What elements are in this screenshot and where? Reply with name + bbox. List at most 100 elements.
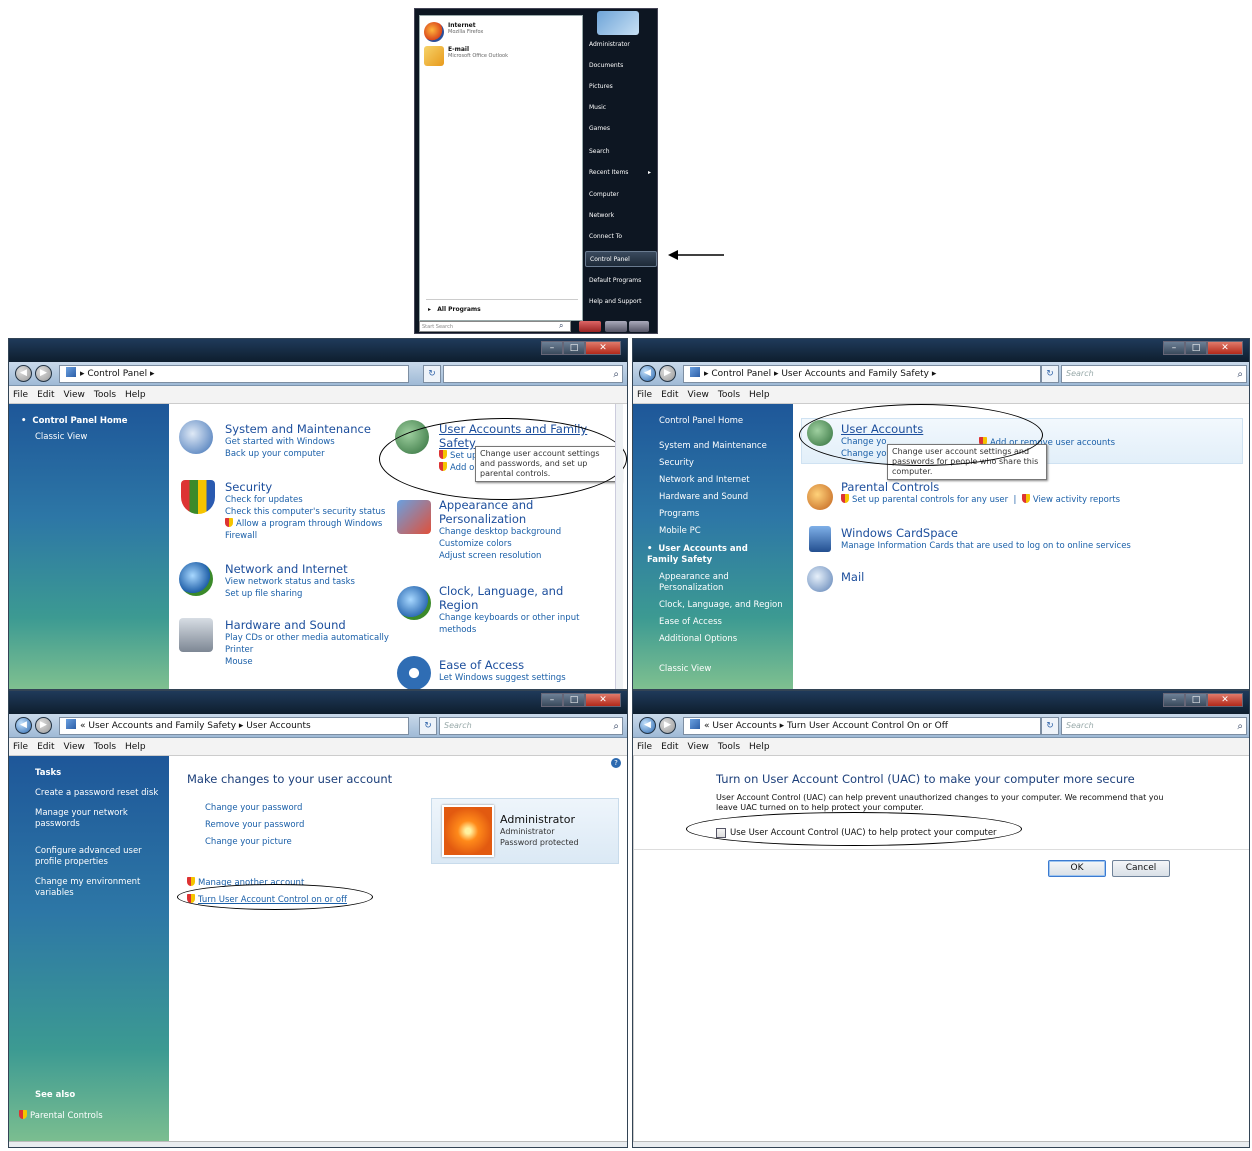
item-link[interactable]: Manage Information Cards that are used t… [841, 540, 1131, 552]
minimize-button[interactable]: – [541, 341, 563, 355]
maximize-button[interactable]: □ [1185, 693, 1207, 707]
category-link[interactable]: Printer [225, 644, 389, 656]
forward-button[interactable]: ▶ [35, 717, 52, 734]
all-programs-button[interactable]: ▸ All Programs [428, 306, 481, 313]
menu-edit[interactable]: Edit [37, 742, 54, 752]
start-item-recent-items[interactable]: Recent Items ▸ [585, 165, 657, 181]
category-link[interactable]: Check for updates [225, 494, 385, 506]
help-icon[interactable]: ? [611, 758, 621, 768]
menu-help[interactable]: Help [749, 390, 770, 400]
sidebar-item-control-panel-home[interactable]: • Control Panel Home [21, 416, 127, 427]
menu-view[interactable]: View [64, 390, 85, 400]
forward-button[interactable]: ▶ [35, 365, 52, 382]
category-link[interactable]: Check this computer's security status [225, 506, 385, 518]
breadcrumb-item[interactable]: User Accounts [246, 721, 310, 731]
category-link[interactable]: Play CDs or other media automatically [225, 632, 389, 644]
search-input[interactable]: ⌕ [443, 365, 623, 383]
start-item-music[interactable]: Music [585, 100, 657, 116]
item-title[interactable]: Windows CardSpace [841, 526, 1131, 540]
sidebar-item-hardware-sound[interactable]: Hardware and Sound [659, 492, 748, 503]
sidebar-item-security[interactable]: Security [659, 458, 694, 469]
sidebar-item-system-maintenance[interactable]: System and Maintenance [659, 441, 767, 452]
category-link[interactable]: Let Windows suggest settings [439, 672, 566, 684]
category-title[interactable]: Network and Internet [225, 562, 355, 576]
breadcrumb-item[interactable]: User Accounts [712, 721, 776, 731]
refresh-button[interactable]: ↻ [423, 365, 441, 383]
category-link[interactable]: Allow a program through Windows Firewall [225, 518, 385, 542]
breadcrumb-item[interactable]: Control Panel [711, 369, 771, 379]
category-link[interactable]: Get started with Windows [225, 436, 371, 448]
back-button[interactable]: ◀ [15, 365, 32, 382]
menu-view[interactable]: View [688, 390, 709, 400]
category-link[interactable]: Change keyboards or other input methods [439, 612, 589, 636]
sidebar-item-appearance[interactable]: Appearance and Personalization [659, 572, 769, 594]
sidebar-item-network-internet[interactable]: Network and Internet [659, 475, 750, 486]
task-create-reset-disk[interactable]: Create a password reset disk [35, 788, 158, 799]
category-title[interactable]: Appearance and Personalization [439, 498, 549, 526]
menu-file[interactable]: File [637, 742, 652, 752]
sidebar-item-ease-of-access[interactable]: Ease of Access [659, 617, 722, 628]
start-item-pictures[interactable]: Pictures [585, 79, 657, 95]
change-password-link[interactable]: Change your password [205, 802, 302, 814]
category-link[interactable]: Change desktop background [439, 526, 561, 538]
forward-button[interactable]: ▶ [659, 717, 676, 734]
sidebar-item-classic-view[interactable]: Classic View [35, 432, 87, 443]
item-title[interactable]: Parental Controls [841, 480, 1120, 494]
task-environment-variables[interactable]: Change my environment variables [35, 877, 155, 899]
breadcrumb[interactable]: « User Accounts ▸ Turn User Account Cont… [683, 717, 1041, 735]
sidebar-item-mobile-pc[interactable]: Mobile PC [659, 526, 701, 537]
search-input[interactable]: Search ⌕ [1061, 717, 1247, 735]
breadcrumb-item[interactable]: Control Panel [87, 369, 147, 379]
menu-help[interactable]: Help [125, 742, 146, 752]
start-item-documents[interactable]: Documents [585, 58, 657, 74]
category-title[interactable]: System and Maintenance [225, 422, 371, 436]
remove-password-link[interactable]: Remove your password [205, 819, 304, 831]
start-item-help-and-support[interactable]: Help and Support [585, 294, 657, 310]
sidebar-item-additional-options[interactable]: Additional Options [659, 634, 737, 645]
sidebar-item-control-panel-home[interactable]: Control Panel Home [659, 416, 743, 427]
start-item-control-panel[interactable]: Control Panel [585, 251, 657, 267]
close-button[interactable]: ✕ [1207, 693, 1243, 707]
category-title[interactable]: Security [225, 480, 385, 494]
menu-help[interactable]: Help [125, 390, 146, 400]
back-button[interactable]: ◀ [639, 365, 656, 382]
menu-view[interactable]: View [688, 742, 709, 752]
power-button[interactable] [579, 321, 601, 332]
start-item-default-programs[interactable]: Default Programs [585, 273, 657, 289]
sidebar-item-programs[interactable]: Programs [659, 509, 699, 520]
category-title[interactable]: Clock, Language, and Region [439, 584, 569, 612]
minimize-button[interactable]: – [1163, 341, 1185, 355]
search-input[interactable]: Search ⌕ [439, 717, 623, 735]
start-item-network[interactable]: Network [585, 208, 657, 224]
see-also-parental-controls[interactable]: Parental Controls [19, 1110, 103, 1122]
breadcrumb-item[interactable]: User Accounts and Family Safety [88, 721, 236, 731]
task-manage-network-passwords[interactable]: Manage your network passwords [35, 808, 155, 830]
close-button[interactable]: ✕ [585, 693, 621, 707]
item-link[interactable]: Set up parental controls for any user | … [841, 494, 1120, 506]
start-item-games[interactable]: Games [585, 121, 657, 137]
ok-button[interactable]: OK [1048, 860, 1106, 877]
search-input[interactable]: Search ⌕ [1061, 365, 1247, 383]
sidebar-item-clock-language[interactable]: Clock, Language, and Region [659, 600, 783, 611]
maximize-button[interactable]: □ [1185, 341, 1207, 355]
breadcrumb-item[interactable]: Turn User Account Control On or Off [787, 721, 948, 731]
back-button[interactable]: ◀ [15, 717, 32, 734]
start-item-computer[interactable]: Computer [585, 187, 657, 203]
minimize-button[interactable]: – [1163, 693, 1185, 707]
shutdown-options-button[interactable] [629, 321, 649, 332]
breadcrumb-item[interactable]: User Accounts and Family Safety [781, 369, 929, 379]
menu-tools[interactable]: Tools [718, 742, 740, 752]
menu-edit[interactable]: Edit [661, 390, 678, 400]
menu-tools[interactable]: Tools [718, 390, 740, 400]
sidebar-item-classic-view[interactable]: Classic View [659, 664, 711, 675]
breadcrumb[interactable]: ▸ Control Panel ▸ User Accounts and Fami… [683, 365, 1041, 383]
start-item-search[interactable]: Search [585, 144, 657, 160]
start-item-connect-to[interactable]: Connect To [585, 229, 657, 245]
change-picture-link[interactable]: Change your picture [205, 836, 292, 848]
refresh-button[interactable]: ↻ [1041, 717, 1059, 735]
scrollbar[interactable] [615, 404, 623, 689]
category-link[interactable]: Mouse [225, 656, 389, 668]
menu-tools[interactable]: Tools [94, 742, 116, 752]
close-button[interactable]: ✕ [1207, 341, 1243, 355]
close-button[interactable]: ✕ [585, 341, 621, 355]
